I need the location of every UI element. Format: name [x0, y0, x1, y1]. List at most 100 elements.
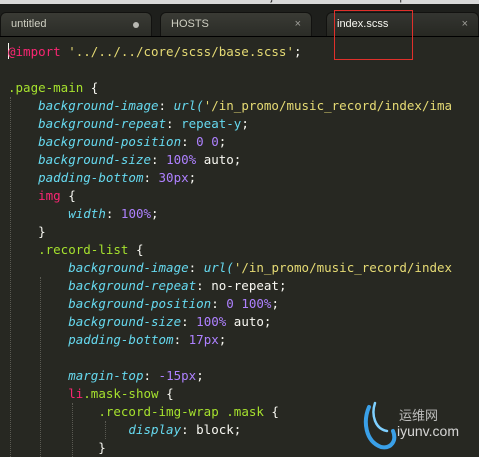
- code-line: background-repeat: no-repeat;: [8, 277, 286, 295]
- watermark-swirl-icon: [363, 401, 397, 450]
- code-token: : no-repeat;: [196, 278, 287, 293]
- menu-item[interactable]: Goto: [168, 0, 192, 3]
- tab-label: untitled: [11, 18, 47, 30]
- code-token: :: [105, 206, 121, 221]
- code-token: :: [143, 368, 159, 383]
- code-line: padding-bottom: 17px;: [8, 331, 226, 349]
- code-token: ;: [271, 296, 279, 311]
- code-token: display: [128, 422, 182, 437]
- code-token: auto;: [196, 152, 242, 167]
- code-token: :: [181, 134, 197, 149]
- code-token: 100%: [241, 296, 272, 311]
- watermark-logo: 运维网 iyunv.com: [361, 401, 473, 453]
- code-token: :: [151, 152, 167, 167]
- code-token: .mask-show: [83, 386, 159, 401]
- code-token: background-size: [38, 152, 151, 167]
- menu-item[interactable]: Tools: [210, 0, 236, 3]
- code-token: :: [173, 332, 189, 347]
- code-token: 0: [226, 296, 234, 311]
- code-token: }: [8, 440, 106, 455]
- code-token: background-repeat: [38, 116, 167, 131]
- code-token: url(: [173, 98, 204, 113]
- code-token: '/in_promo/music_record/index/ima: [203, 98, 453, 113]
- menu-item[interactable]: Preferences: [306, 0, 365, 3]
- code-line: display: block;: [8, 421, 241, 439]
- code-line: }: [8, 223, 46, 241]
- modified-dot-icon[interactable]: [133, 22, 139, 28]
- close-icon[interactable]: ×: [295, 18, 301, 30]
- code-token: background-image: [38, 98, 159, 113]
- code-token: li: [68, 386, 84, 401]
- code-token: img: [38, 188, 61, 203]
- code-line: width: 100%;: [8, 205, 159, 223]
- menu-item[interactable]: Selection: [24, 0, 69, 3]
- code-line: background-image: url('/in_promo/music_r…: [8, 97, 452, 115]
- code-token: margin-top: [68, 368, 144, 383]
- code-token: ;: [218, 134, 227, 149]
- code-token: .page-main: [8, 80, 84, 95]
- close-icon[interactable]: ×: [462, 18, 468, 30]
- code-token: 100%: [196, 314, 227, 329]
- code-line: margin-top: -15px;: [8, 367, 204, 385]
- code-token: .mask: [226, 404, 264, 419]
- watermark-url: iyunv.com: [397, 423, 459, 439]
- code-line: background-size: 100% auto;: [8, 313, 271, 331]
- code-token: background-position: [68, 296, 212, 311]
- code-token: .record-img-wrap: [98, 404, 219, 419]
- code-token: @import: [8, 44, 61, 59]
- code-line: li.mask-show {: [8, 385, 174, 403]
- code-editor[interactable]: @import '../../../core/scss/base.scss';.…: [0, 37, 479, 457]
- code-line: padding-bottom: 30px;: [8, 169, 196, 187]
- code-token: ;: [188, 170, 197, 185]
- code-token: :: [158, 98, 174, 113]
- tab-label: HOSTS: [171, 18, 209, 30]
- code-token: background-repeat: [68, 278, 197, 293]
- code-token: -15px: [158, 368, 197, 383]
- code-token: ;: [241, 116, 249, 131]
- watermark-name: 运维网: [399, 408, 439, 423]
- code-token: '../../../core/scss/base.scss': [68, 44, 294, 59]
- code-token: :: [143, 170, 159, 185]
- code-token: 100%: [166, 152, 197, 167]
- menu-item[interactable]: Project: [253, 0, 287, 3]
- menu-item[interactable]: Help: [383, 0, 406, 3]
- code-line: .record-list {: [8, 241, 143, 259]
- menu-item[interactable]: it: [0, 0, 6, 3]
- menu-item[interactable]: View: [126, 0, 150, 3]
- code-token: : block;: [181, 422, 242, 437]
- code-token: width: [68, 206, 106, 221]
- code-token: .record-list: [38, 242, 129, 257]
- tab-hosts[interactable]: HOSTS ×: [160, 12, 312, 36]
- code-token: :: [211, 296, 227, 311]
- code-token: :: [181, 314, 197, 329]
- code-token: 30px: [158, 170, 189, 185]
- code-token: url(: [203, 260, 234, 275]
- tab-untitled[interactable]: untitled: [0, 12, 152, 36]
- code-token: ;: [294, 44, 302, 59]
- code-token: ;: [218, 332, 227, 347]
- menu-item[interactable]: Find: [87, 0, 108, 3]
- code-token: {: [158, 386, 174, 401]
- code-token: }: [8, 224, 46, 239]
- code-line: img {: [8, 187, 76, 205]
- code-token: ;: [151, 206, 159, 221]
- code-token: padding-bottom: [68, 332, 174, 347]
- code-token: '/in_promo/music_record/index: [233, 260, 453, 275]
- code-token: {: [83, 80, 99, 95]
- code-token: ;: [196, 368, 204, 383]
- code-token: padding-bottom: [38, 170, 144, 185]
